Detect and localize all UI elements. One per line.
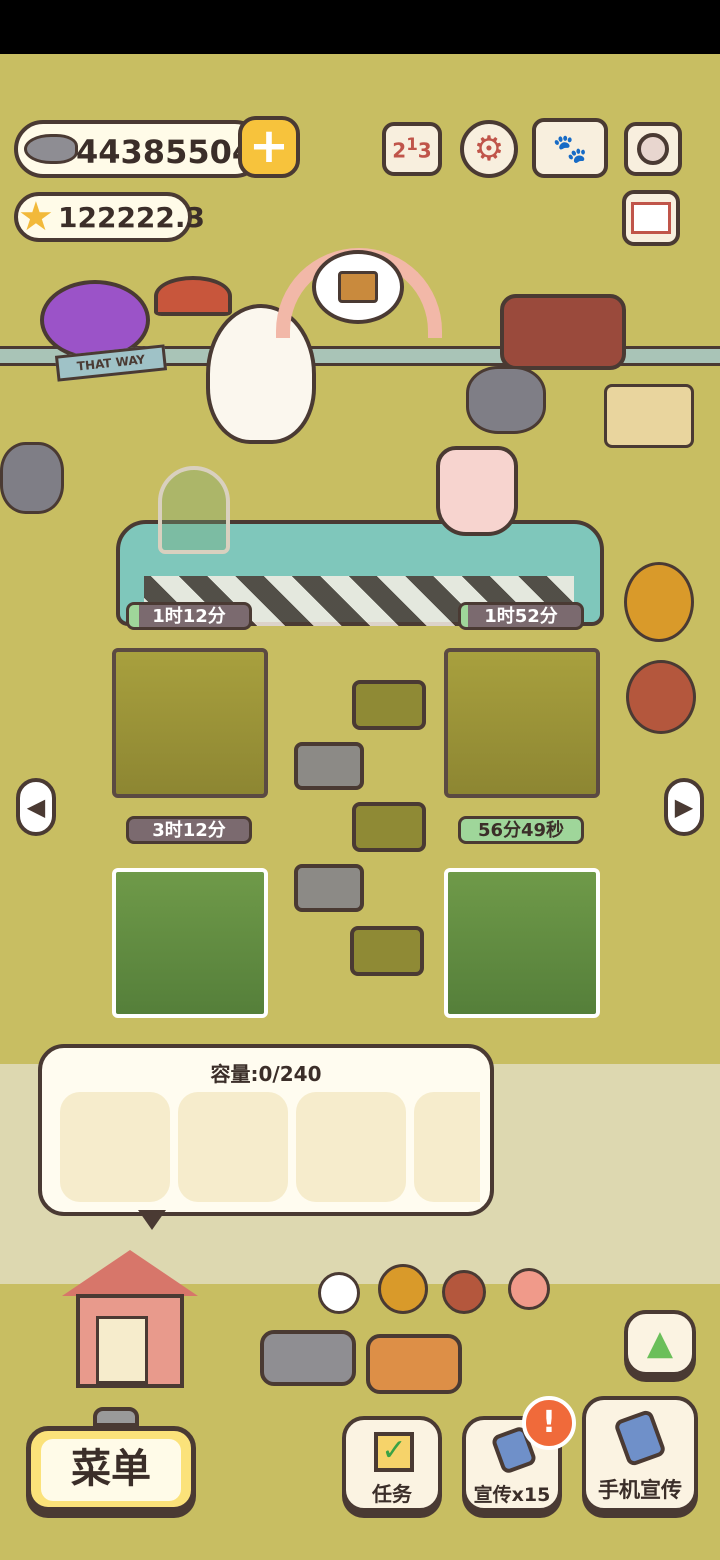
timer-text: 1时12分 [152, 606, 226, 627]
timer-fill [461, 605, 469, 627]
checklist-icon: ✓ [374, 1432, 414, 1472]
tasks-label: 任务 [372, 1482, 412, 1506]
yarn-ball-decoration [442, 1270, 486, 1314]
left-arrow-icon: ◀ [26, 793, 46, 821]
sunflower-decoration [624, 562, 694, 642]
star-icon: ★ [18, 194, 54, 240]
clipboard-clip [93, 1407, 139, 1427]
mushroom-decoration [154, 276, 232, 316]
ranking-button[interactable]: 213 [382, 122, 442, 176]
album-button[interactable]: 🐾 [532, 118, 608, 178]
fish-amount: 44385504 [76, 133, 255, 171]
phone-promote-button[interactable]: 手机宣传 [582, 1396, 698, 1512]
fish-pile-decoration [466, 366, 546, 434]
storage-slot[interactable] [178, 1092, 288, 1202]
fish-pile-decoration [0, 442, 64, 514]
storage-slot[interactable] [414, 1092, 480, 1202]
status-bar [0, 0, 720, 54]
pink-flower-decoration [508, 1268, 550, 1310]
timer-bar: 1时52分 [458, 602, 584, 630]
plus-icon: + [248, 118, 290, 174]
settings-button[interactable]: ⚙ [460, 120, 518, 178]
sunflower-decoration [378, 1264, 428, 1314]
greenhouse-top-left[interactable] [112, 648, 268, 798]
right-arrow-icon: ▶ [674, 793, 694, 821]
storage-hut[interactable] [62, 1250, 198, 1390]
birdcage-decoration [158, 466, 230, 554]
watering-can-orange[interactable] [366, 1334, 462, 1394]
timer-bar: 1时12分 [126, 602, 252, 630]
yarn-ball-decoration [626, 660, 696, 734]
stepping-stone [352, 802, 426, 852]
add-fish-button[interactable]: + [238, 116, 300, 178]
news-button[interactable] [622, 190, 680, 246]
stepping-stone [294, 864, 364, 912]
flower-decoration [318, 1272, 360, 1314]
suitcase-thought-bubble[interactable] [312, 250, 404, 324]
ranking-icon: 213 [392, 135, 432, 163]
hut-door [96, 1316, 148, 1384]
previous-area-button[interactable]: ◀ [16, 778, 56, 836]
storage-slot[interactable] [296, 1092, 406, 1202]
stepping-stone [352, 680, 426, 730]
hut-roof [62, 1250, 198, 1296]
up-arrow-icon: ▲ [646, 1323, 674, 1363]
promote-label: 宣传x15 [473, 1484, 551, 1506]
star-currency-display: ★ 122222.3 [14, 192, 205, 242]
bubble-tail [138, 1210, 166, 1230]
hut-body [76, 1294, 184, 1388]
storage-slots [60, 1092, 480, 1202]
timer-fill [129, 605, 139, 627]
gear-icon: ⚙ [473, 129, 505, 169]
greenhouse-top-right[interactable] [444, 648, 600, 798]
paw-book-icon: 🐾 [552, 131, 588, 165]
storage-panel: 容量:0/240 [38, 1044, 494, 1216]
stepping-stone [350, 926, 424, 976]
storage-capacity-label: 容量:0/240 [210, 1062, 322, 1086]
alert-badge: ! [522, 1396, 576, 1450]
stepping-stone [294, 742, 364, 790]
bbq-grill-decoration [500, 294, 626, 370]
tasks-button[interactable]: ✓ 任务 [342, 1416, 442, 1512]
star-amount: 122222.3 [58, 201, 206, 234]
signpost-text: THAT WAY [76, 352, 146, 374]
fish-currency-display: 44385504 [14, 120, 264, 178]
timer-text: 1时52分 [484, 606, 558, 627]
greenhouse-bottom-right[interactable] [444, 868, 600, 1018]
alert-mark: ! [542, 1405, 556, 1440]
timer-bar: 56分49秒 [458, 816, 584, 844]
greenhouse-bottom-left[interactable] [112, 868, 268, 1018]
next-area-button[interactable]: ▶ [664, 778, 704, 836]
watering-can-grey[interactable] [260, 1330, 356, 1386]
fish-icon [24, 134, 78, 164]
timer-bar: 3时12分 [126, 816, 252, 844]
cake-with-hat-decoration [436, 446, 518, 536]
timer-text: 3时12分 [152, 820, 226, 841]
camera-icon [637, 133, 669, 165]
menu-button[interactable]: 菜单 [26, 1407, 196, 1512]
storage-slot[interactable] [60, 1092, 170, 1202]
menu-label: 菜单 [71, 1446, 151, 1492]
timer-text: 56分49秒 [477, 820, 565, 841]
phone-icon [612, 1408, 668, 1468]
expand-up-button[interactable]: ▲ [624, 1310, 696, 1376]
game-scene: 44385504 ▲ + ★ 122222.3 213 ⚙ 🐾 THAT WAY [0, 54, 720, 1560]
phone-promote-label: 手机宣传 [598, 1478, 682, 1502]
camera-button[interactable] [624, 122, 682, 176]
suitcase-icon [338, 271, 378, 303]
newspaper-icon [631, 202, 671, 234]
picnic-basket-decoration [604, 384, 694, 448]
